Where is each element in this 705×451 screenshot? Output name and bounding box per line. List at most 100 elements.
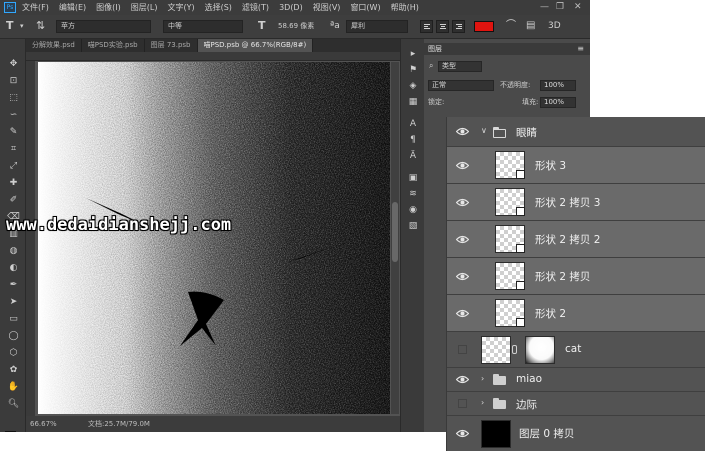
align-center-button[interactable] — [436, 20, 449, 33]
link-chain-icon[interactable] — [512, 345, 517, 354]
tab-doc-3[interactable]: 图层 73.psb — [145, 39, 198, 52]
visibility-eye-icon[interactable] — [456, 198, 469, 207]
visibility-eye-icon[interactable] — [456, 309, 469, 318]
visibility-eye-icon[interactable] — [456, 429, 469, 438]
close-icon[interactable]: ✕ — [574, 2, 582, 12]
visibility-eye-icon[interactable] — [456, 235, 469, 244]
canvas-scrollbar[interactable] — [391, 62, 399, 414]
layer-row-group-edge[interactable]: › 边际 — [447, 392, 705, 416]
menu-3d[interactable]: 3D(D) — [279, 3, 303, 12]
font-size-input[interactable]: 58.69 像素 — [273, 20, 323, 33]
chevron-right-icon[interactable]: › — [481, 374, 484, 383]
menu-window[interactable]: 窗口(W) — [350, 2, 380, 13]
panel-menu-icon[interactable]: ≡ — [577, 43, 584, 55]
tab-doc-1[interactable]: 分解效果.psd — [26, 39, 82, 52]
layer-mask-thumbnail[interactable] — [525, 336, 555, 364]
menu-layer[interactable]: 图层(L) — [131, 2, 158, 13]
document-canvas[interactable] — [38, 62, 390, 414]
layer-row-layer-0-copy[interactable]: 图层 0 拷贝 — [447, 416, 705, 451]
fill-input[interactable]: 100% — [540, 97, 576, 108]
character-icon[interactable]: A — [407, 119, 419, 130]
layer-row-group-eyes[interactable]: ∨ 眼睛 — [447, 117, 705, 147]
minimize-icon[interactable]: — — [540, 2, 549, 12]
chevron-right-icon[interactable]: › — [481, 398, 484, 407]
warp-text-icon[interactable]: ⌒ — [506, 19, 516, 33]
3d-icon[interactable]: 3D — [548, 19, 561, 33]
brush-tool-icon[interactable]: ✐ — [7, 195, 20, 206]
adjustments-icon[interactable]: ▦ — [407, 97, 419, 108]
blend-mode-select[interactable]: 正常 — [428, 80, 494, 91]
restore-icon[interactable]: ❐ — [556, 2, 564, 12]
tab-doc-active[interactable]: 喵PSD.psb @ 66.7%(RGB/8#) — [197, 39, 314, 52]
chevron-down-icon[interactable]: ▾ — [20, 19, 24, 33]
layer-row-cat[interactable]: cat — [447, 332, 705, 368]
libraries-icon[interactable]: ▣ — [407, 173, 419, 184]
quick-select-tool-icon[interactable]: ✎ — [7, 127, 20, 138]
character-panel-icon[interactable]: ▤ — [526, 19, 535, 33]
visibility-eye-icon[interactable] — [456, 272, 469, 281]
polygon-tool-icon[interactable]: ⬡ — [7, 348, 20, 359]
healing-brush-icon[interactable]: ✚ — [7, 178, 20, 189]
channels-icon[interactable]: ≋ — [407, 189, 419, 200]
marquee-tool-icon[interactable]: ⬚ — [7, 93, 20, 104]
history-icon[interactable]: ▸ — [407, 49, 419, 60]
layer-row-group-miao[interactable]: › miao — [447, 368, 705, 392]
menu-view[interactable]: 视图(V) — [313, 2, 341, 13]
visibility-toggle-off[interactable] — [458, 345, 467, 354]
align-left-button[interactable] — [420, 20, 433, 33]
horizontal-ruler[interactable] — [26, 52, 400, 61]
layer-row-shape-2-copy[interactable]: 形状 2 拷贝 — [447, 258, 705, 295]
menu-help[interactable]: 帮助(H) — [391, 2, 419, 13]
move-tool-icon[interactable]: ✥ — [7, 59, 20, 70]
font-style-select[interactable]: 中等 — [163, 20, 243, 33]
align-right-button[interactable] — [452, 20, 465, 33]
properties-icon[interactable]: ⚑ — [407, 65, 419, 76]
layer-row-shape-2[interactable]: 形状 2 — [447, 295, 705, 332]
visibility-toggle-off[interactable] — [458, 399, 467, 408]
artboard-tool-icon[interactable]: ⊡ — [7, 76, 20, 87]
menu-filter[interactable]: 滤镜(T) — [242, 2, 269, 13]
dodge-tool-icon[interactable]: ◐ — [7, 263, 20, 274]
tab-doc-2[interactable]: 喵PSD实验.psb — [82, 39, 145, 52]
visibility-eye-icon[interactable] — [456, 375, 469, 384]
menu-image[interactable]: 图像(I) — [96, 2, 121, 13]
anti-alias-select[interactable]: 犀利 — [346, 20, 408, 33]
zoom-level[interactable]: 66.67% — [30, 416, 57, 432]
menu-type[interactable]: 文字(Y) — [167, 2, 194, 13]
opacity-input[interactable]: 100% — [540, 80, 576, 91]
layer-row-shape-2-copy-2[interactable]: 形状 2 拷贝 2 — [447, 221, 705, 258]
visibility-eye-icon[interactable] — [456, 127, 469, 136]
menu-file[interactable]: 文件(F) — [22, 2, 49, 13]
glyphs-icon[interactable]: Ä — [407, 151, 419, 162]
path-select-tool-icon[interactable]: ➤ — [7, 297, 20, 308]
menu-select[interactable]: 选择(S) — [205, 2, 232, 13]
text-color-swatch[interactable] — [474, 21, 494, 32]
vertical-ruler[interactable] — [26, 61, 35, 416]
visibility-eye-icon[interactable] — [456, 161, 469, 170]
rectangle-tool-icon[interactable]: ▭ — [7, 314, 20, 325]
ellipse-tool-icon[interactable]: ◯ — [7, 331, 20, 342]
type-tool-preset-icon[interactable]: T — [6, 19, 14, 33]
hand-tool-icon[interactable]: ✋ — [7, 382, 20, 393]
layer-filter-select[interactable]: 类型 — [438, 61, 482, 72]
blur-tool-icon[interactable]: ◍ — [7, 246, 20, 257]
layer-row-shape-3[interactable]: 形状 3 — [447, 147, 705, 184]
layers-panel-title[interactable]: 图层 — [428, 43, 442, 55]
chevron-down-icon[interactable]: ∨ — [481, 126, 487, 135]
scrollbar-thumb[interactable] — [392, 202, 398, 262]
lasso-tool-icon[interactable]: ∽ — [7, 110, 20, 121]
paths-icon[interactable]: ◉ — [407, 205, 419, 216]
eyedropper-tool-icon[interactable]: ⤢ — [7, 161, 20, 172]
swatches-icon[interactable]: ◈ — [407, 81, 419, 92]
zoom-tool-icon[interactable]: 🔍︎ — [7, 399, 20, 410]
menu-edit[interactable]: 编辑(E) — [59, 2, 86, 13]
pen-tool-icon[interactable]: ✒ — [7, 280, 20, 291]
custom-shape-tool-icon[interactable]: ✿ — [7, 365, 20, 376]
text-orientation-icon[interactable]: ⇅ — [36, 19, 45, 33]
crop-tool-icon[interactable]: ⌗ — [7, 144, 20, 155]
layer-row-shape-2-copy-3[interactable]: 形状 2 拷贝 3 — [447, 184, 705, 221]
foreground-color-swatch[interactable] — [5, 431, 16, 432]
font-family-select[interactable]: 苹方 — [56, 20, 151, 33]
layers-icon[interactable]: ▧ — [407, 221, 419, 232]
paragraph-icon[interactable]: ¶ — [407, 135, 419, 146]
